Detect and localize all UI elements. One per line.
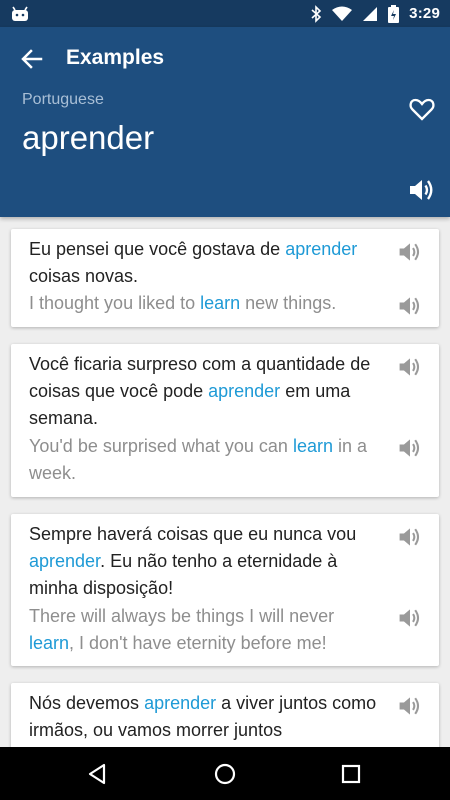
status-bar: 3:29 [0,0,450,27]
app-header: Examples Portuguese aprender [0,27,450,217]
example-card: Sempre haverá coisas que eu nunca vou ap… [11,514,439,666]
example-portuguese: Sempre haverá coisas que eu nunca vou ap… [29,524,357,598]
headword: aprender [22,119,155,156]
system-nav-bar [0,747,450,800]
example-english: I thought you liked to learn new things. [29,293,337,313]
example-card: Eu pensei que você gostava de aprender c… [11,229,439,327]
heart-icon[interactable] [408,95,436,123]
example-card: Você ficaria surpreso com a quantidade d… [11,344,439,497]
back-triangle-icon[interactable] [84,760,112,788]
speaker-icon[interactable] [397,354,423,380]
highlighted-word: aprender [208,381,281,401]
battery-icon [388,4,400,23]
highlighted-word: learn [200,293,241,313]
recents-square-icon[interactable] [337,760,365,788]
signal-icon [363,6,378,21]
examples-list[interactable]: Eu pensei que você gostava de aprender c… [0,217,450,747]
highlighted-word: aprender [29,551,101,571]
speaker-icon[interactable] [397,605,423,631]
highlighted-word: learn [29,633,70,653]
speaker-icon[interactable] [397,435,423,461]
home-circle-icon[interactable] [211,760,239,788]
language-label: Portuguese [22,91,104,108]
wifi-icon [332,6,353,21]
highlighted-word: aprender [285,239,358,259]
example-card: Nós devemos aprender a viver juntos como… [11,683,439,747]
example-portuguese: Você ficaria surpreso com a quantidade d… [29,354,371,428]
speaker-icon[interactable] [397,524,423,550]
android-icon [12,6,28,21]
example-english: You'd be surprised what you can learn in… [29,436,368,483]
speaker-icon[interactable] [397,693,423,719]
status-time: 3:29 [409,5,440,22]
speaker-icon[interactable] [397,293,423,319]
highlighted-word: learn [292,436,333,456]
speaker-icon[interactable] [407,175,437,205]
example-english: There will always be things I will never… [29,606,335,653]
bluetooth-icon [311,4,322,23]
back-arrow-icon[interactable] [18,45,46,73]
highlighted-word: aprender [144,693,217,713]
example-portuguese: Nós devemos aprender a viver juntos como… [29,693,377,740]
speaker-icon[interactable] [397,239,423,265]
example-portuguese: Eu pensei que você gostava de aprender c… [29,239,358,286]
page-title: Examples [66,46,165,69]
